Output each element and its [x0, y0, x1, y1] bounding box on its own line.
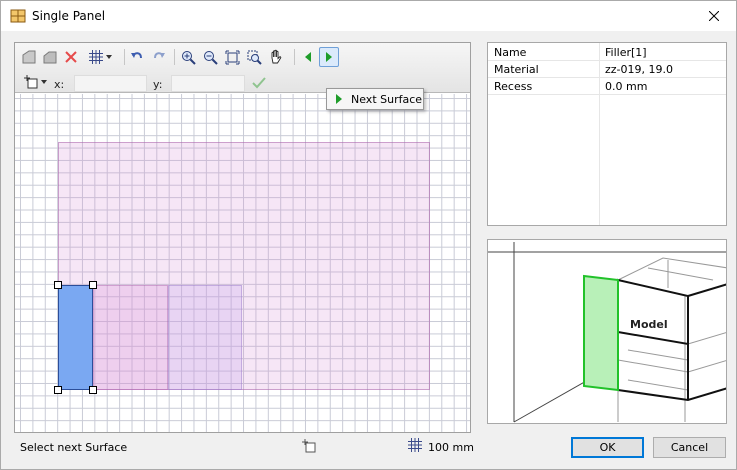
- panel-add-icon: [22, 50, 36, 64]
- pan-hand-icon: [271, 49, 282, 64]
- undo-icon: [131, 52, 142, 59]
- cabinet-app-icon: [10, 8, 26, 24]
- grid-dropdown-button[interactable]: [85, 47, 115, 67]
- zoom-fit-icon: [225, 50, 239, 64]
- property-row-recess[interactable]: Recess 0.0 mm: [488, 78, 726, 95]
- window-title: Single Panel: [32, 9, 106, 23]
- zoom-window-button[interactable]: [244, 47, 264, 67]
- ok-button[interactable]: OK: [571, 437, 644, 458]
- chevron-down-icon: [105, 55, 112, 59]
- next-surface-button[interactable]: [319, 47, 339, 67]
- x-label: x:: [54, 78, 65, 91]
- panel-remove-button[interactable]: [40, 47, 60, 67]
- grid-size-label: 100 mm: [428, 441, 474, 454]
- next-surface-icon: [336, 94, 342, 104]
- property-value[interactable]: Filler[1]: [605, 46, 647, 59]
- panel-remove-icon: [43, 51, 57, 64]
- x-coordinate-input[interactable]: [74, 75, 147, 92]
- property-row-material[interactable]: Material zz-019, 19.0: [488, 61, 726, 78]
- checkmark-icon: [252, 77, 266, 89]
- close-button[interactable]: [692, 1, 736, 31]
- redo-icon: [154, 52, 165, 59]
- close-icon: [709, 11, 719, 21]
- single-panel-dialog: Single Panel x: y: Next Surface Name Fil…: [0, 0, 737, 470]
- zoom-out-button[interactable]: [200, 47, 220, 67]
- chevron-down-icon: [41, 80, 47, 84]
- tooltip-text: Next Surface: [351, 92, 423, 106]
- drawing-canvas[interactable]: [15, 94, 470, 432]
- resize-handle-top-left[interactable]: [54, 281, 62, 289]
- snap-status-icon: [301, 438, 317, 457]
- snap-corner-icon: [24, 75, 38, 89]
- properties-grid: Name Filler[1] Material zz-019, 19.0 Rec…: [487, 42, 727, 226]
- editor-toolbar: x: y:: [15, 43, 470, 93]
- toolbar-separator: [294, 49, 295, 65]
- property-value[interactable]: zz-019, 19.0: [605, 63, 673, 76]
- zoom-out-icon: [203, 50, 218, 65]
- next-surface-tooltip: Next Surface: [326, 88, 424, 110]
- status-message: Select next Surface: [20, 441, 128, 454]
- title-bar: Single Panel: [1, 1, 736, 31]
- cabinet-wireframe: [488, 242, 726, 423]
- property-row-name[interactable]: Name Filler[1]: [488, 44, 726, 61]
- grid-status-icon: [408, 438, 422, 455]
- pan-button[interactable]: [266, 47, 286, 67]
- zoom-in-button[interactable]: [178, 47, 198, 67]
- model-preview: Model: [487, 239, 727, 424]
- cancel-button[interactable]: Cancel: [653, 437, 726, 458]
- surface-panel-tertiary[interactable]: [168, 285, 242, 390]
- zoom-in-icon: [181, 50, 196, 65]
- property-label: Name: [494, 46, 527, 59]
- resize-handle-bottom-left[interactable]: [54, 386, 62, 394]
- toolbar-separator: [174, 49, 175, 65]
- surface-panel-secondary[interactable]: [93, 285, 168, 390]
- resize-handle-bottom-right[interactable]: [89, 386, 97, 394]
- y-label: y:: [153, 78, 163, 91]
- panel-add-button[interactable]: [19, 47, 39, 67]
- previous-surface-icon: [305, 52, 311, 62]
- undo-button[interactable]: [127, 47, 147, 67]
- resize-handle-top-right[interactable]: [89, 281, 97, 289]
- snap-mode-dropdown[interactable]: [19, 72, 51, 92]
- selected-filler-panel[interactable]: [58, 285, 93, 390]
- y-coordinate-input[interactable]: [171, 75, 245, 92]
- delete-icon: [65, 51, 77, 63]
- toolbar-separator: [124, 49, 125, 65]
- property-value[interactable]: 0.0 mm: [605, 80, 647, 93]
- property-label: Material: [494, 63, 539, 76]
- next-surface-icon: [326, 52, 332, 62]
- redo-button[interactable]: [149, 47, 169, 67]
- grid-icon: [88, 50, 103, 64]
- previous-surface-button[interactable]: [298, 47, 318, 67]
- property-label: Recess: [494, 80, 533, 93]
- confirm-coordinates-button[interactable]: [249, 73, 269, 93]
- model-label: Model: [630, 318, 668, 331]
- zoom-window-icon: [247, 50, 262, 65]
- delete-button[interactable]: [61, 47, 81, 67]
- zoom-fit-button[interactable]: [222, 47, 242, 67]
